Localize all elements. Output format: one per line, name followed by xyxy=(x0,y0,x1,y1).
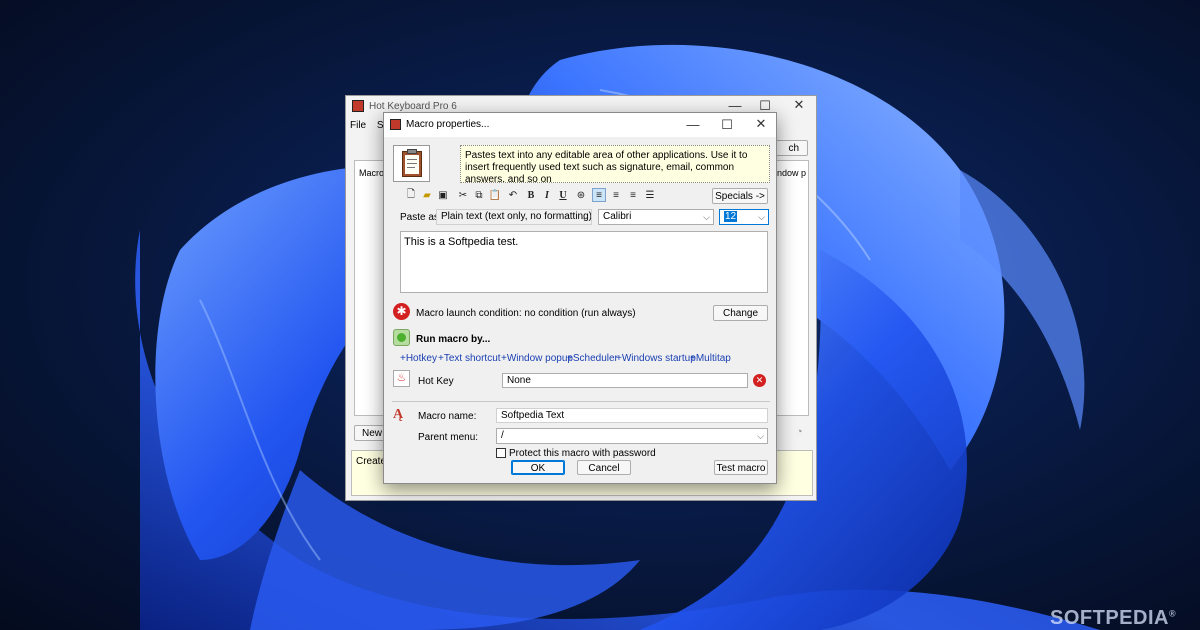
info-panel-text: Create xyxy=(356,456,387,467)
launch-condition-text: Macro launch condition: no condition (ru… xyxy=(416,308,636,319)
hotkey-field[interactable]: None xyxy=(502,373,748,388)
watermark: SOFTPEDIA® xyxy=(1050,607,1176,630)
font-color-icon[interactable]: ⊛ xyxy=(574,188,588,202)
menu-file[interactable]: File xyxy=(350,120,366,131)
protect-checkbox[interactable] xyxy=(496,448,506,458)
paste-as-value: Plain text (text only, no formatting) xyxy=(441,211,592,222)
watermark-text: SOFTPEDIA xyxy=(1050,607,1169,629)
dialog-close-icon[interactable]: ✕ xyxy=(744,116,778,132)
specials-button[interactable]: Specials -> xyxy=(712,188,768,204)
align-left-icon[interactable]: ≡ xyxy=(592,188,606,202)
run-macro-icon xyxy=(393,329,410,346)
add-multitap-link[interactable]: +Multitap xyxy=(690,353,731,364)
add-text-shortcut-link[interactable]: +Text shortcut xyxy=(438,353,501,364)
paste-as-select[interactable]: Plain text (text only, no formatting) ⌵ xyxy=(436,209,592,225)
dialog-maximize-icon[interactable]: ☐ xyxy=(710,117,744,133)
align-center-icon[interactable]: ≡ xyxy=(609,188,623,202)
macro-properties-dialog: Macro properties... — ☐ ✕ Pastes text in… xyxy=(383,112,777,484)
macro-name-label: Macro name: xyxy=(418,411,477,422)
hotkey-value: None xyxy=(507,375,531,386)
paste-icon[interactable]: 📋 xyxy=(488,188,502,202)
parent-menu-select[interactable]: / ⌵ xyxy=(496,428,768,444)
add-hotkey-link[interactable]: +Hotkey xyxy=(400,353,437,364)
protect-label[interactable]: Protect this macro with password xyxy=(509,448,656,459)
clipboard-icon xyxy=(393,145,430,182)
macro-name-value: Softpedia Text xyxy=(501,410,565,421)
wifi-icon: ◔ xyxy=(796,426,803,438)
separator xyxy=(392,401,770,402)
cancel-button[interactable]: Cancel xyxy=(577,460,631,475)
macro-name-field[interactable]: Softpedia Text xyxy=(496,408,768,423)
ok-button[interactable]: OK xyxy=(511,460,565,475)
hotkey-icon: ♨ xyxy=(393,370,410,387)
save-icon[interactable]: ▣ xyxy=(436,188,450,202)
run-macro-title: Run macro by... xyxy=(416,334,491,345)
bullet-list-icon[interactable]: ☰ xyxy=(643,188,657,202)
font-value: Calibri xyxy=(603,211,632,222)
description-box: Pastes text into any editable area of ot… xyxy=(460,145,770,183)
parent-menu-value: / xyxy=(501,430,504,441)
italic-button[interactable]: I xyxy=(540,188,554,202)
dialog-title: Macro properties... xyxy=(406,119,490,130)
app-icon xyxy=(352,100,364,112)
minimize-icon[interactable]: — xyxy=(718,98,752,113)
underline-button[interactable]: U xyxy=(556,188,570,202)
undo-icon[interactable]: ↶ xyxy=(506,188,520,202)
chevron-down-icon: ⌵ xyxy=(757,431,764,441)
copy-icon[interactable]: ⧉ xyxy=(472,188,486,202)
open-folder-icon[interactable]: ▰ xyxy=(420,188,434,202)
bold-button[interactable]: B xyxy=(524,188,538,202)
add-scheduler-link[interactable]: +Scheduler xyxy=(567,353,618,364)
delete-hotkey-icon[interactable]: ✕ xyxy=(753,374,766,387)
cut-icon[interactable]: ✂ xyxy=(456,188,470,202)
add-windows-startup-link[interactable]: +Windows startup xyxy=(616,353,696,364)
test-macro-button[interactable]: Test macro xyxy=(714,460,768,475)
list-header-macro[interactable]: Macro xyxy=(359,168,384,178)
new-document-icon[interactable]: 🗋 xyxy=(404,188,418,202)
change-button[interactable]: Change xyxy=(713,305,768,321)
font-select[interactable]: Calibri ⌵ xyxy=(598,209,714,225)
hotkey-label: Hot Key xyxy=(418,376,454,387)
launch-condition-icon: ✱ xyxy=(393,303,410,320)
chevron-down-icon: ⌵ xyxy=(581,212,588,222)
align-right-icon[interactable]: ≡ xyxy=(626,188,640,202)
chevron-down-icon: ⌵ xyxy=(758,212,765,222)
parent-menu-label: Parent menu: xyxy=(418,432,479,443)
dialog-app-icon xyxy=(390,119,401,130)
main-window-title: Hot Keyboard Pro 6 xyxy=(369,101,457,112)
add-window-popup-link[interactable]: +Window popup xyxy=(501,353,573,364)
macro-text-content: This is a Softpedia test. xyxy=(404,236,519,248)
dialog-titlebar[interactable]: Macro properties... — ☐ ✕ xyxy=(384,113,776,137)
chevron-down-icon: ⌵ xyxy=(703,212,710,222)
dialog-minimize-icon[interactable]: — xyxy=(676,117,710,132)
close-icon[interactable]: ✕ xyxy=(782,97,816,113)
font-size-value: 12 xyxy=(724,211,738,222)
watermark-registered-mark: ® xyxy=(1168,608,1177,619)
description-text: Pastes text into any editable area of ot… xyxy=(465,150,748,183)
macro-name-icon: Ą xyxy=(393,407,404,422)
macro-text-editor[interactable]: This is a Softpedia test. xyxy=(400,231,768,293)
font-size-select[interactable]: 12 ⌵ xyxy=(719,209,769,225)
